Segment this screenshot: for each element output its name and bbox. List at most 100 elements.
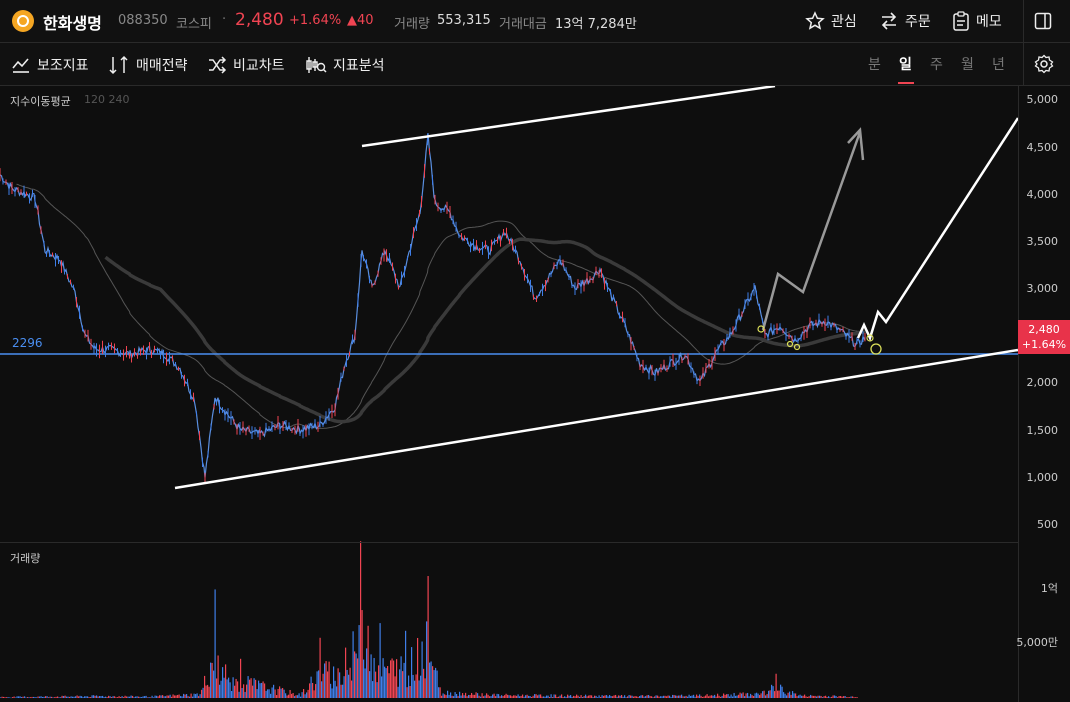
volume-bar (384, 666, 386, 698)
volume-bar (550, 694, 552, 698)
volume-bar (315, 684, 317, 698)
volume-bar (396, 659, 398, 698)
stock-name[interactable]: 한화생명 (43, 10, 102, 34)
volume-bar (228, 677, 230, 698)
volume-bar (691, 695, 693, 698)
volume-bar (94, 695, 96, 698)
period-year[interactable]: 년 (992, 54, 1005, 74)
volume-bar (583, 696, 585, 698)
volume-bar (682, 696, 684, 698)
volume-bar (55, 696, 57, 698)
volume-bar (675, 695, 677, 698)
price-chart[interactable] (0, 86, 1070, 702)
volume-bar (822, 697, 824, 698)
volume-bar (379, 623, 381, 698)
y-tick: 3,000 (1026, 282, 1059, 295)
volume-bar (576, 694, 578, 698)
volume-bar (442, 693, 444, 698)
volume-bar (714, 694, 716, 698)
analysis-button[interactable]: 지표분석 (305, 55, 385, 75)
period-day[interactable]: 일 (899, 54, 912, 74)
volume-bar (460, 695, 462, 698)
volume-bar (514, 695, 516, 698)
volume-bar (388, 673, 390, 698)
volume-bar (592, 697, 594, 698)
volume-bar (535, 694, 537, 698)
volume-bar (220, 680, 222, 698)
volume-bar (427, 576, 429, 698)
volume-bar (595, 695, 597, 698)
volume-bar (34, 697, 36, 698)
volume-bar (793, 693, 795, 698)
volume-bar (370, 654, 372, 698)
volume-bar (747, 692, 749, 698)
volume-bar (160, 695, 162, 698)
volume-bar (696, 694, 698, 698)
volume-bar (198, 696, 200, 698)
volume-bar (663, 695, 665, 698)
volume-bar (723, 693, 725, 698)
projection-line-white (856, 117, 1020, 342)
volume-bar (447, 690, 449, 698)
volume-bar (300, 696, 302, 698)
period-week[interactable]: 주 (930, 54, 943, 74)
volume-bar (784, 693, 786, 698)
volume-bar (369, 671, 371, 698)
volume-bar (354, 651, 356, 698)
volume-bar (760, 693, 762, 698)
strategy-button[interactable]: 매매전략 (108, 55, 188, 75)
volume-bar (645, 696, 647, 698)
volume-bar (501, 695, 503, 698)
panel-toggle-button[interactable] (1034, 9, 1052, 33)
period-month[interactable]: 월 (961, 54, 974, 74)
volume-bar (768, 690, 770, 698)
volume-bar (526, 694, 528, 698)
volume-bar (712, 695, 714, 698)
volume-bar (756, 692, 758, 698)
volume-bar (7, 697, 9, 698)
volume-bar (708, 696, 710, 698)
volume-bar (724, 694, 726, 698)
volume-bar (219, 684, 221, 698)
watch-button[interactable]: 관심 (805, 9, 857, 33)
volume-bar (831, 696, 833, 698)
volume-bar (844, 695, 846, 698)
volume-bar (135, 696, 137, 698)
change-percent: +1.64% (289, 13, 342, 28)
volume-bar (541, 696, 543, 698)
volume-bar (741, 693, 743, 698)
volume-bar (405, 630, 407, 698)
company-logo-icon (12, 10, 34, 32)
volume-bar (351, 680, 353, 698)
volume-bar (565, 696, 567, 698)
volume-bar (253, 678, 255, 698)
volume-bar (667, 695, 669, 698)
volume-bar (561, 694, 563, 698)
volume-bar (282, 687, 284, 698)
volume-bar (49, 696, 51, 698)
memo-button[interactable]: 메모 (952, 9, 1002, 33)
volume-bar (342, 684, 344, 698)
settings-button[interactable] (1034, 54, 1054, 78)
volume-bar (769, 690, 771, 698)
volume-bar (346, 669, 348, 698)
volume-bar (367, 625, 369, 698)
volume-bar (400, 656, 402, 698)
volume-bar (334, 680, 336, 698)
hline-value-label: 2296 (12, 336, 43, 350)
volume-bar (174, 695, 176, 698)
period-minute[interactable]: 분 (868, 54, 881, 74)
order-button[interactable]: 주문 (879, 9, 931, 33)
compare-button[interactable]: 비교차트 (207, 55, 285, 75)
indicator-button[interactable]: 보조지표 (11, 55, 89, 75)
y-tick: 1,000 (1026, 471, 1059, 484)
volume-bar (835, 696, 837, 698)
volume-bar (204, 675, 206, 698)
volume-bar (225, 664, 227, 698)
separator-dot: · (222, 12, 227, 27)
y-tick: 4,500 (1026, 141, 1059, 154)
volume-bar (270, 693, 272, 698)
volume-bar (366, 648, 368, 698)
volume-bar (604, 695, 606, 698)
volume-bar (733, 692, 735, 698)
